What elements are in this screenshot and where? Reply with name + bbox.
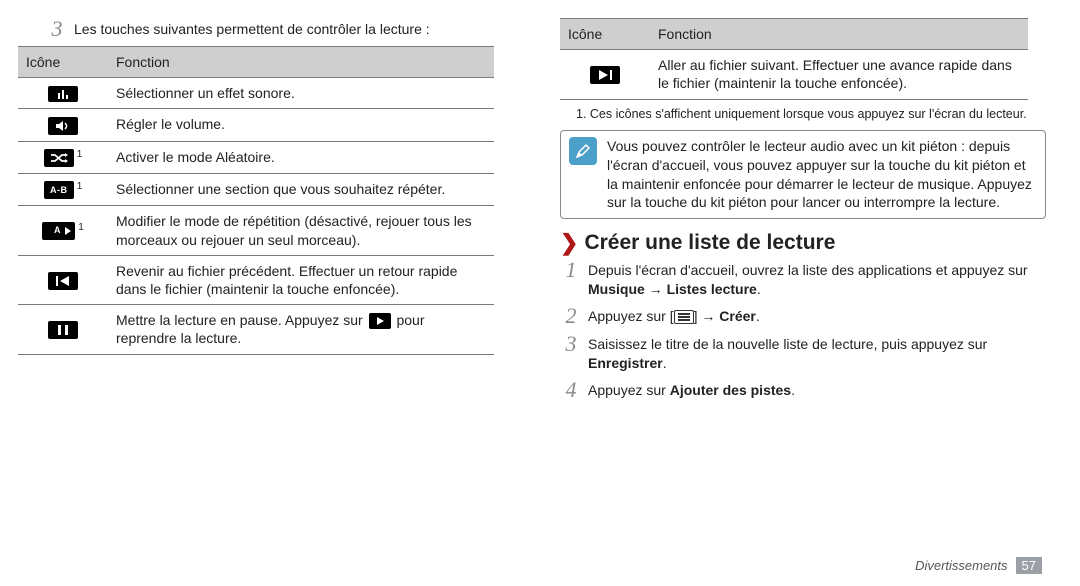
menu-key-icon: [674, 310, 694, 324]
controls-table-left: Icône Fonction Sélectionner un effet son…: [18, 46, 494, 355]
step-number: 3: [560, 333, 582, 355]
table-func: Régler le volume.: [108, 109, 494, 141]
step4-bold: Ajouter des pistes: [670, 382, 791, 398]
chevron-icon: ❯: [560, 232, 578, 254]
step4-text-a: Appuyez sur: [588, 382, 670, 398]
repeat-ab-icon: A-B: [44, 181, 74, 199]
step-4: 4 Appuyez sur Ajouter des pistes.: [560, 379, 1046, 401]
footnote-ref: 1: [77, 181, 83, 192]
step-number: 3: [46, 18, 68, 40]
play-icon-inline: [369, 313, 391, 329]
footnote-ref: 1: [77, 149, 83, 160]
table-row: A 1 Modifier le mode de répétition (désa…: [18, 206, 494, 255]
step1-bold-2: Listes lecture: [667, 281, 757, 297]
step1-text-a: Depuis l'écran d'accueil, ouvrez la list…: [588, 262, 1028, 278]
section-title: Créer une liste de lecture: [584, 231, 835, 255]
step-text: Les touches suivantes permettent de cont…: [74, 18, 532, 39]
footer-page-number: 57: [1016, 557, 1042, 574]
repeat-label: A: [54, 225, 61, 237]
manual-page: 3 Les touches suivantes permettent de co…: [0, 0, 1080, 586]
equalizer-icon: [48, 86, 78, 102]
step-text: Depuis l'écran d'accueil, ouvrez la list…: [588, 259, 1046, 299]
table-header-function: Fonction: [108, 47, 494, 78]
step4-tail: .: [791, 382, 795, 398]
table-row: Régler le volume.: [18, 109, 494, 141]
page-footer: Divertissements 57: [915, 557, 1042, 574]
table-row: Mettre la lecture en pause. Appuyez sur …: [18, 305, 494, 354]
table-header-function: Fonction: [650, 19, 1028, 50]
volume-icon: [48, 117, 78, 135]
controls-table-right: Icône Fonction Aller au fichier suivant.…: [560, 18, 1028, 100]
step-3-intro: 3 Les touches suivantes permettent de co…: [46, 18, 532, 40]
shuffle-icon: [44, 149, 74, 167]
left-column: 3 Les touches suivantes permettent de co…: [28, 18, 546, 578]
pause-text-a: Mettre la lecture en pause. Appuyez sur: [116, 312, 367, 328]
note-icon: [565, 135, 601, 215]
next-track-icon: [590, 66, 620, 84]
info-body: Vous pouvez contrôler le lecteur audio a…: [601, 135, 1039, 215]
table-func: Mettre la lecture en pause. Appuyez sur …: [108, 305, 494, 354]
step1-tail: .: [757, 281, 761, 297]
table-header-icon: Icône: [560, 19, 650, 50]
step2-tail: .: [756, 308, 760, 324]
step-text: Appuyez sur [ ] → Créer.: [588, 305, 1046, 326]
table-func: Activer le mode Aléatoire.: [108, 141, 494, 173]
right-column: Icône Fonction Aller au fichier suivant.…: [546, 18, 1052, 578]
step-1: 1 Depuis l'écran d'accueil, ouvrez la li…: [560, 259, 1046, 299]
table-func: Revenir au fichier précédent. Effectuer …: [108, 255, 494, 304]
step3-text-a: Saisissez le titre de la nouvelle liste …: [588, 336, 987, 352]
table-row: Aller au fichier suivant. Effectuer une …: [560, 50, 1028, 99]
table-func: Modifier le mode de répétition (désactiv…: [108, 206, 494, 255]
controls-table-left-wrap: Icône Fonction Sélectionner un effet son…: [46, 46, 532, 355]
step-3: 3 Saisissez le titre de la nouvelle list…: [560, 333, 1046, 373]
table-row: 1 Activer le mode Aléatoire.: [18, 141, 494, 173]
step-text: Appuyez sur Ajouter des pistes.: [588, 379, 1046, 400]
info-box: Vous pouvez contrôler le lecteur audio a…: [560, 130, 1046, 220]
step3-tail: .: [663, 355, 667, 371]
step-text: Saisissez le titre de la nouvelle liste …: [588, 333, 1046, 373]
table-func: Sélectionner une section que vous souhai…: [108, 174, 494, 206]
step-number: 4: [560, 379, 582, 401]
footnote-text: 1. Ces icônes s'affichent uniquement lor…: [576, 106, 1046, 122]
arrow-text: →: [645, 281, 667, 297]
table-row: A-B1 Sélectionner une section que vous s…: [18, 174, 494, 206]
table-row: Sélectionner un effet sonore.: [18, 78, 494, 109]
step1-bold-1: Musique: [588, 281, 645, 297]
step2-text-b: ] →: [694, 308, 720, 324]
table-row: Revenir au fichier précédent. Effectuer …: [18, 255, 494, 304]
table-func: Aller au fichier suivant. Effectuer une …: [650, 50, 1028, 99]
repeat-mode-icon: A: [42, 222, 75, 240]
step2-bold: Créer: [719, 308, 756, 324]
step-number: 2: [560, 305, 582, 327]
table-func: Sélectionner un effet sonore.: [108, 78, 494, 109]
section-header: ❯ Créer une liste de lecture: [560, 231, 1046, 255]
previous-track-icon: [48, 272, 78, 290]
pause-icon: [48, 321, 78, 339]
footnote-ref: 1: [78, 222, 84, 233]
step-2: 2 Appuyez sur [ ] → Créer.: [560, 305, 1046, 327]
step-number: 1: [560, 259, 582, 281]
step2-text-a: Appuyez sur [: [588, 308, 674, 324]
table-header-icon: Icône: [18, 47, 108, 78]
footer-section: Divertissements: [915, 558, 1007, 573]
pencil-icon: [569, 137, 597, 165]
step3-bold: Enregistrer: [588, 355, 663, 371]
